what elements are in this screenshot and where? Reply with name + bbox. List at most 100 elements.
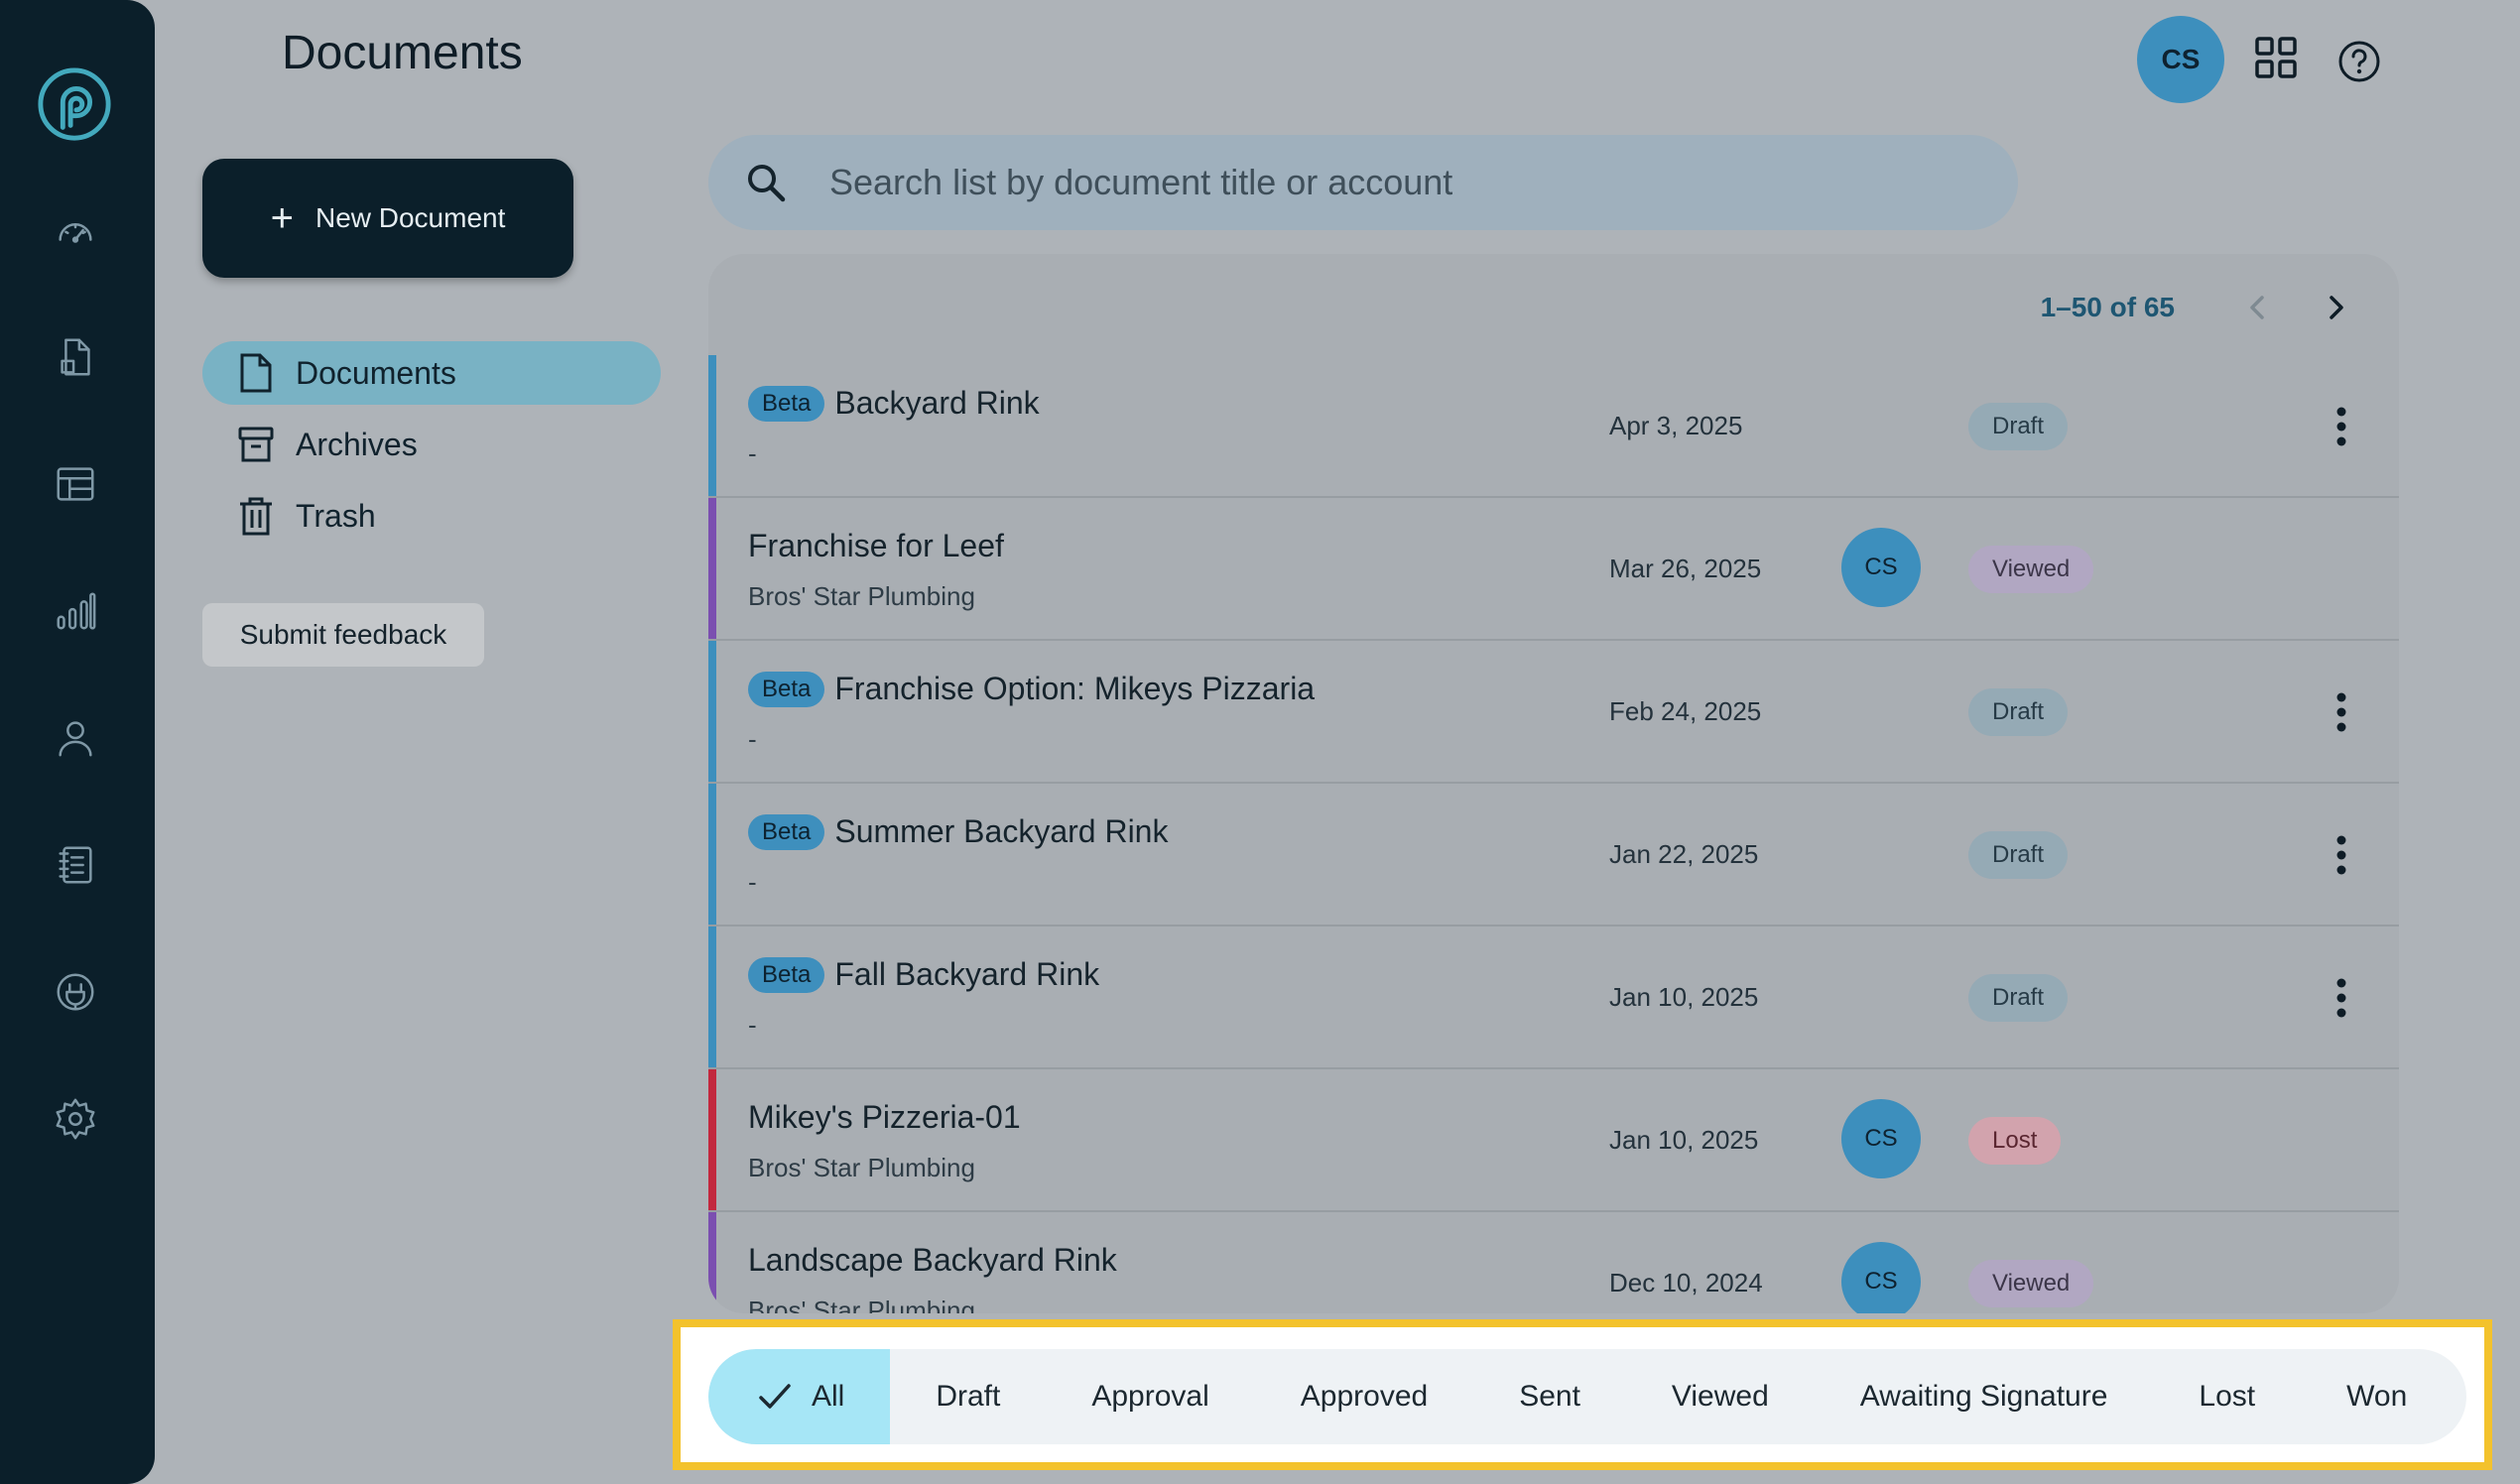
document-account: -: [748, 438, 757, 468]
next-page-button[interactable]: [2312, 284, 2359, 331]
help-icon[interactable]: [2337, 40, 2381, 83]
user-avatar[interactable]: CS: [2137, 16, 2224, 103]
search-icon: [748, 165, 786, 202]
status-badge: Draft: [1968, 403, 2069, 450]
left-rail: [0, 0, 155, 1484]
beta-badge: Beta: [748, 956, 825, 993]
filter-all[interactable]: All: [708, 1349, 891, 1444]
document-account: Bros' Star Plumbing: [748, 581, 975, 611]
filter-lost[interactable]: Lost: [2153, 1349, 2301, 1444]
document-date: Jan 10, 2025: [1609, 982, 1759, 1012]
beta-badge: Beta: [748, 385, 825, 422]
more-vertical-icon: [2336, 692, 2346, 732]
app-logo-icon[interactable]: [36, 65, 113, 143]
document-title[interactable]: Landscape Backyard Rink: [748, 1242, 1117, 1279]
row-status-accent: [708, 927, 716, 1067]
document-title-line: Beta Backyard Rink: [748, 385, 1040, 422]
row-menu-button[interactable]: [2314, 684, 2369, 740]
pagination: 1–50 of 65: [2041, 284, 2359, 331]
owner-avatar: CS: [1841, 1099, 1921, 1178]
document-title[interactable]: Franchise Option: Mikeys Pizzaria: [834, 671, 1315, 707]
plus-icon: +: [270, 195, 294, 240]
submit-feedback-button[interactable]: Submit feedback: [202, 603, 484, 667]
owner-avatar: CS: [1841, 1242, 1921, 1313]
side-nav: Documents Archives Trash: [202, 341, 661, 556]
document-title-line: Landscape Backyard Rink: [748, 1242, 1117, 1279]
row-status-accent: [708, 1212, 716, 1313]
documents-rail-icon[interactable]: [48, 329, 103, 385]
side-nav-trash[interactable]: Trash: [202, 484, 661, 548]
side-nav-archives-label: Archives: [296, 426, 418, 462]
owner-avatar: CS: [1841, 528, 1921, 607]
documents-list: Beta Backyard Rink - Apr 3, 2025 Draft Franch…: [708, 355, 2399, 1313]
more-vertical-icon: [2336, 407, 2346, 446]
table-icon[interactable]: [48, 456, 103, 512]
document-title-line: Beta Fall Backyard Rink: [748, 956, 1099, 993]
document-row[interactable]: Beta Backyard Rink - Apr 3, 2025 Draft: [708, 355, 2399, 498]
more-vertical-icon: [2336, 978, 2346, 1018]
analytics-icon[interactable]: [48, 583, 103, 639]
document-title-line: Franchise for Leef: [748, 528, 1004, 564]
status-filter-bar: All Draft Approval Approved Sent Viewed …: [708, 1349, 2466, 1444]
row-status-accent: [708, 641, 716, 782]
user-icon[interactable]: [48, 710, 103, 766]
status-badge: Viewed: [1968, 546, 2094, 593]
row-menu-button[interactable]: [2314, 970, 2369, 1026]
document-row[interactable]: Mikey's Pizzeria-01 Bros' Star Plumbing Ja…: [708, 1069, 2399, 1212]
archive-icon: [238, 427, 274, 462]
document-title[interactable]: Fall Backyard Rink: [834, 956, 1099, 993]
filter-approval[interactable]: Approval: [1046, 1349, 1254, 1444]
new-document-button[interactable]: + New Document: [202, 159, 573, 278]
document-account: Bros' Star Plumbing: [748, 1296, 975, 1313]
status-badge: Viewed: [1968, 1260, 2094, 1307]
document-row[interactable]: Franchise for Leef Bros' Star Plumbing Mar…: [708, 498, 2399, 641]
row-status-accent: [708, 1069, 716, 1210]
settings-icon[interactable]: [48, 1091, 103, 1147]
row-status-accent: [708, 355, 716, 496]
page-title: Documents: [282, 27, 523, 79]
status-badge: Draft: [1968, 831, 2069, 879]
pagination-range: 1–50 of 65: [2040, 292, 2175, 322]
filter-viewed[interactable]: Viewed: [1626, 1349, 1815, 1444]
row-menu-button[interactable]: [2314, 827, 2369, 883]
document-date: Jan 10, 2025: [1609, 1125, 1759, 1155]
beta-badge: Beta: [748, 813, 825, 850]
document-row[interactable]: Beta Summer Backyard Rink - Jan 22, 2025 Dra…: [708, 784, 2399, 927]
row-menu-button[interactable]: [2314, 399, 2369, 454]
more-vertical-icon: [2336, 835, 2346, 875]
filter-draft[interactable]: Draft: [890, 1349, 1046, 1444]
check-icon: [759, 1384, 791, 1409]
document-date: Feb 24, 2025: [1609, 696, 1762, 726]
search-input[interactable]: [827, 161, 1923, 204]
apps-grid-icon[interactable]: [2254, 36, 2298, 79]
status-badge: Lost: [1968, 1117, 2062, 1165]
document-row[interactable]: Landscape Backyard Rink Bros' Star Plumbi…: [708, 1212, 2399, 1313]
filter-sent[interactable]: Sent: [1473, 1349, 1626, 1444]
document-account: -: [748, 1010, 757, 1040]
document-title[interactable]: Franchise for Leef: [748, 528, 1004, 564]
chevron-right-icon: [2330, 296, 2343, 319]
dashboard-icon[interactable]: [48, 202, 103, 258]
row-status-accent: [708, 784, 716, 925]
integrations-icon[interactable]: [48, 964, 103, 1020]
catalog-icon[interactable]: [48, 837, 103, 893]
new-document-label: New Document: [315, 202, 506, 233]
side-nav-documents[interactable]: Documents: [202, 341, 661, 405]
document-title-line: Beta Summer Backyard Rink: [748, 813, 1168, 850]
document-account: -: [748, 724, 757, 754]
document-date: Mar 26, 2025: [1609, 554, 1762, 583]
side-nav-trash-label: Trash: [296, 497, 376, 534]
document-title[interactable]: Backyard Rink: [834, 385, 1039, 422]
document-row[interactable]: Beta Franchise Option: Mikeys Pizzaria - Fe…: [708, 641, 2399, 784]
side-nav-archives[interactable]: Archives: [202, 413, 661, 476]
status-badge: Draft: [1968, 974, 2069, 1022]
filter-awaiting-signature[interactable]: Awaiting Signature: [1815, 1349, 2154, 1444]
trash-icon: [240, 497, 272, 536]
document-title[interactable]: Summer Backyard Rink: [834, 813, 1168, 850]
search-bar: [708, 135, 2018, 230]
document-row[interactable]: Beta Fall Backyard Rink - Jan 10, 2025 Draft: [708, 927, 2399, 1069]
filter-approved[interactable]: Approved: [1255, 1349, 1473, 1444]
previous-page-button[interactable]: [2234, 284, 2282, 331]
document-title[interactable]: Mikey's Pizzeria-01: [748, 1099, 1021, 1136]
filter-won[interactable]: Won: [2301, 1349, 2453, 1444]
